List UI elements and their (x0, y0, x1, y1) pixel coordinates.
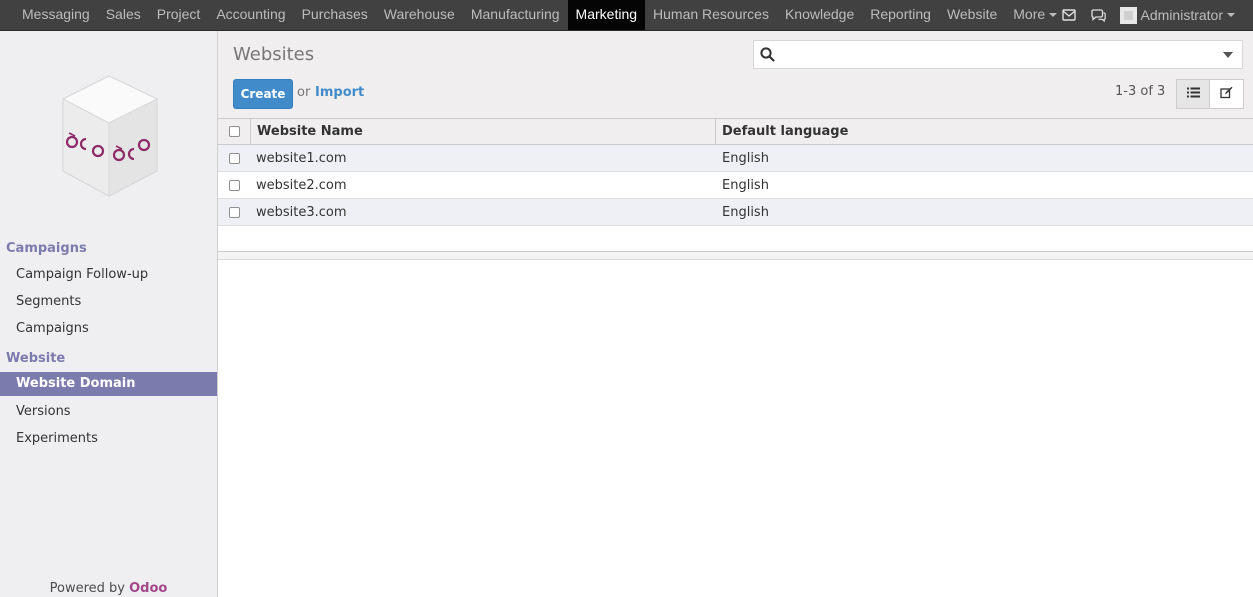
user-name: Administrator (1140, 7, 1223, 23)
user-menu[interactable]: Administrator (1119, 6, 1235, 24)
select-all-cell (218, 119, 251, 144)
sidebar-item-campaigns[interactable]: Campaigns (0, 317, 217, 341)
menu-website[interactable]: Website (939, 0, 1005, 30)
default-language-cell: English (716, 199, 1253, 225)
menu-manufacturing[interactable]: Manufacturing (463, 0, 568, 30)
menu-human-resources[interactable]: Human Resources (645, 0, 777, 30)
menu-more-label: More (1013, 6, 1046, 22)
menu-knowledge[interactable]: Knowledge (777, 0, 862, 30)
top-navbar: Messaging Sales Project Accounting Purch… (0, 0, 1253, 31)
pager-value[interactable]: 1-3 of 3 (1115, 84, 1165, 99)
row-checkbox[interactable] (229, 179, 240, 191)
table-footer (218, 226, 1253, 252)
sidebar-item-campaign-follow-up[interactable]: Campaign Follow-up (0, 263, 217, 287)
column-header-label: Website Name (257, 124, 363, 139)
list-view-icon (1186, 87, 1200, 102)
caret-down-icon (1223, 51, 1233, 58)
default-language-cell: English (716, 172, 1253, 198)
sidebar: Campaigns Campaign Follow-up Segments Ca… (0, 31, 218, 597)
view-switcher (1176, 79, 1244, 109)
row-select-cell (218, 172, 251, 198)
powered-by-label: Powered by (49, 581, 125, 596)
search-options-toggle[interactable] (1214, 41, 1242, 68)
website-name: website2.com (256, 177, 347, 193)
section-title-website: Website (6, 351, 66, 366)
websites-table: Website Name Default language website1.c… (218, 119, 1253, 260)
website-name-cell: website3.com (251, 199, 716, 225)
website-name-cell: website2.com (251, 172, 716, 198)
control-panel: Websites Create or Import 1-3 of 3 (218, 31, 1253, 119)
search-icon (754, 47, 780, 62)
menu-marketing[interactable]: Marketing (567, 0, 646, 30)
column-header-website-name[interactable]: Website Name (251, 119, 716, 144)
table-row[interactable]: website2.com English (218, 172, 1253, 199)
form-view-icon (1220, 86, 1233, 103)
list-view-button[interactable] (1176, 79, 1210, 109)
powered-by: Powered by Odoo (0, 581, 217, 596)
default-language-cell: English (716, 145, 1253, 171)
default-language: English (722, 204, 769, 220)
sidebar-item-experiments[interactable]: Experiments (0, 427, 217, 451)
chat-icon[interactable] (1084, 0, 1114, 30)
website-name-cell: website1.com (251, 145, 716, 171)
sidebar-item-website-domain[interactable]: Website Domain (0, 372, 217, 396)
caret-down-icon (1227, 13, 1235, 17)
section-title-campaigns: Campaigns (6, 241, 87, 256)
search-box (753, 40, 1243, 69)
website-name: website1.com (256, 150, 347, 166)
menu-accounting[interactable]: Accounting (208, 0, 293, 30)
topbar-right: Administrator (1054, 0, 1235, 30)
search-input[interactable] (780, 42, 1214, 67)
table-row[interactable]: website1.com English (218, 145, 1253, 172)
main-content: Websites Create or Import 1-3 of 3 Websi… (218, 31, 1253, 597)
column-header-label: Default language (722, 124, 849, 139)
select-all-checkbox[interactable] (228, 126, 240, 137)
row-checkbox[interactable] (229, 206, 240, 218)
menu-purchases[interactable]: Purchases (294, 0, 376, 30)
app-menu: Messaging Sales Project Accounting Purch… (14, 0, 1065, 30)
or-label: or (297, 85, 311, 100)
row-select-cell (218, 199, 251, 225)
menu-reporting[interactable]: Reporting (862, 0, 939, 30)
menu-warehouse[interactable]: Warehouse (376, 0, 463, 30)
import-link[interactable]: Import (315, 85, 364, 100)
form-view-button[interactable] (1210, 79, 1244, 109)
page-title: Websites (233, 44, 315, 65)
row-checkbox[interactable] (229, 152, 240, 164)
company-logo (56, 71, 166, 201)
powered-by-brand-link[interactable]: Odoo (129, 581, 167, 596)
create-button[interactable]: Create (233, 79, 293, 109)
table-header: Website Name Default language (218, 119, 1253, 145)
default-language: English (722, 150, 769, 166)
table-row[interactable]: website3.com English (218, 199, 1253, 226)
menu-sales[interactable]: Sales (98, 0, 149, 30)
website-name: website3.com (256, 204, 347, 220)
menu-messaging[interactable]: Messaging (14, 0, 98, 30)
default-language: English (722, 177, 769, 193)
sidebar-item-segments[interactable]: Segments (0, 290, 217, 314)
column-header-default-language[interactable]: Default language (716, 119, 1253, 144)
menu-project[interactable]: Project (149, 0, 209, 30)
table-footer-divider (218, 252, 1253, 260)
avatar (1119, 6, 1137, 24)
sidebar-item-versions[interactable]: Versions (0, 400, 217, 424)
envelope-icon[interactable] (1054, 0, 1084, 30)
row-select-cell (218, 145, 251, 171)
